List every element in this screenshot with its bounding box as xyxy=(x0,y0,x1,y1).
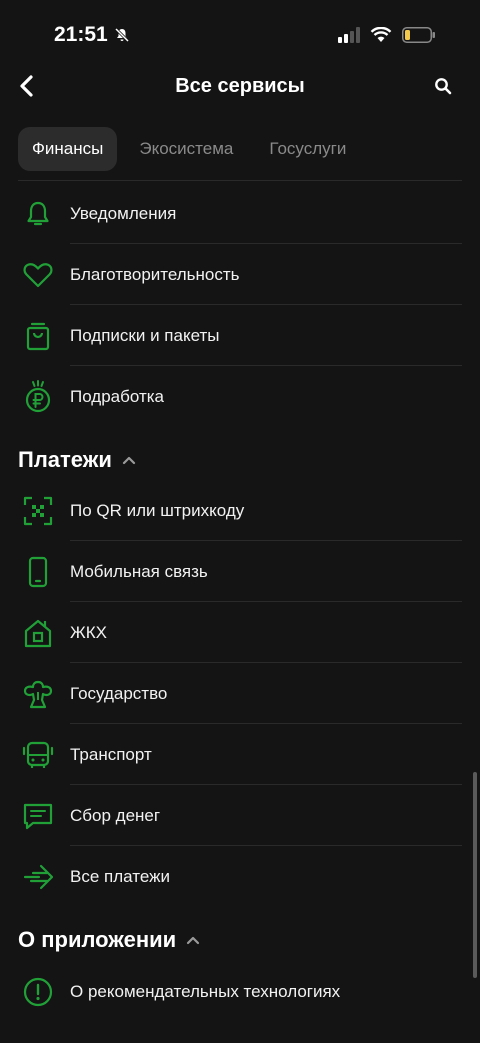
page-title: Все сервисы xyxy=(175,74,305,97)
ruble-coin-icon xyxy=(20,379,56,415)
list-item-label: По QR или штрихкоду xyxy=(70,500,245,520)
battery-icon xyxy=(402,27,436,43)
list-item-label: О рекомендательных технологиях xyxy=(70,981,341,1001)
list-item-label: Подписки и пакеты xyxy=(70,325,220,345)
cellular-signal-icon xyxy=(338,27,360,43)
qr-scan-icon xyxy=(20,493,56,529)
arrow-right-icon xyxy=(20,859,56,895)
category-tabs: Финансы Экосистема Госуслуги xyxy=(18,127,360,171)
status-time: 21:51 xyxy=(54,23,130,47)
list-item-utilities[interactable]: ЖКХ xyxy=(0,602,480,663)
search-icon xyxy=(435,78,452,95)
section-header-payments[interactable]: Платежи xyxy=(18,447,136,473)
list-item-label: Благотворительность xyxy=(70,264,240,284)
list-item-label: Транспорт xyxy=(70,744,152,764)
bell-off-icon xyxy=(114,27,130,43)
phone-icon xyxy=(20,554,56,590)
list-item-label: Все платежи xyxy=(70,866,170,886)
list-item-transport[interactable]: Транспорт xyxy=(0,724,480,785)
bell-icon xyxy=(20,196,56,232)
list-item-government[interactable]: Государство xyxy=(0,663,480,724)
house-icon xyxy=(20,615,56,651)
status-indicators xyxy=(338,27,436,43)
bag-icon xyxy=(20,318,56,354)
nav-bar: Все сервисы xyxy=(0,60,480,112)
tab-ecosystem[interactable]: Экосистема xyxy=(125,127,247,171)
list-item-mobile[interactable]: Мобильная связь xyxy=(0,541,480,602)
scrollbar[interactable] xyxy=(473,772,477,978)
list-item-notifications[interactable]: Уведомления xyxy=(0,183,480,244)
list-item-label: Мобильная связь xyxy=(70,561,208,581)
search-button[interactable] xyxy=(430,73,456,99)
list-item-charity[interactable]: Благотворительность xyxy=(0,244,480,305)
list-item-recommendation-tech[interactable]: О рекомендательных технологиях xyxy=(0,961,480,1022)
divider xyxy=(18,180,462,181)
tab-gosuslugi[interactable]: Госуслуги xyxy=(255,127,360,171)
tab-finance[interactable]: Финансы xyxy=(18,127,118,171)
section-header-about[interactable]: О приложении xyxy=(18,927,200,953)
list-item-label: Государство xyxy=(70,683,168,703)
chevron-left-icon xyxy=(20,75,33,97)
chevron-up-icon xyxy=(186,935,200,945)
government-icon xyxy=(20,676,56,712)
list-item-qr-payment[interactable]: По QR или штрихкоду xyxy=(0,480,480,541)
list-item-subscriptions[interactable]: Подписки и пакеты xyxy=(0,305,480,366)
back-button[interactable] xyxy=(12,72,40,100)
list-item-fundraising[interactable]: Сбор денег xyxy=(0,785,480,846)
section-title: Платежи xyxy=(18,447,112,472)
wifi-icon xyxy=(370,27,392,43)
chat-icon xyxy=(20,798,56,834)
list-item-all-payments[interactable]: Все платежи xyxy=(0,846,480,907)
chevron-up-icon xyxy=(122,455,136,465)
bus-icon xyxy=(20,737,56,773)
list-item-label: ЖКХ xyxy=(70,622,107,642)
list-item-label: Сбор денег xyxy=(70,805,161,825)
info-circle-icon xyxy=(20,974,56,1010)
list-item-label: Уведомления xyxy=(70,203,177,223)
list-item-label: Подработка xyxy=(70,386,164,406)
status-time-text: 21:51 xyxy=(54,23,108,46)
heart-icon xyxy=(20,257,56,293)
list-item-side-job[interactable]: Подработка xyxy=(0,366,480,427)
section-title: О приложении xyxy=(18,927,177,952)
